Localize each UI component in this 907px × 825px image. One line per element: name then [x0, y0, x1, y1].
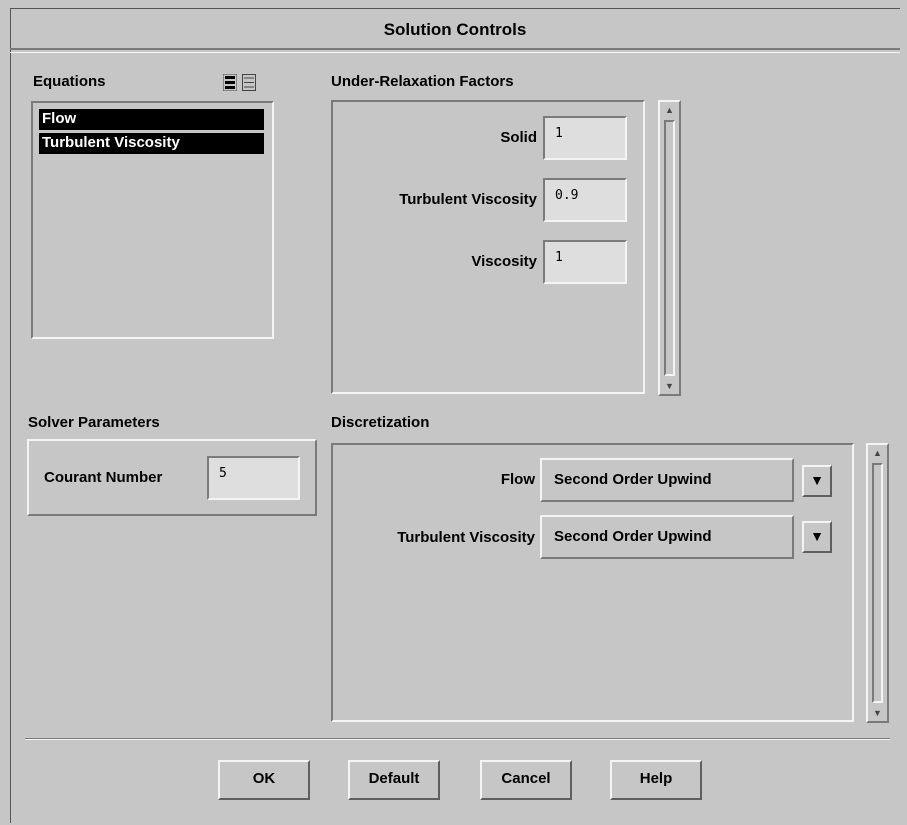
cancel-button[interactable]: Cancel: [480, 760, 572, 800]
solid-label: Solid: [500, 129, 537, 146]
viscosity-label: Viscosity: [471, 253, 537, 270]
turbulent-viscosity-input[interactable]: 0.9: [543, 178, 627, 222]
turbulent-viscosity-discretization-label: Turbulent Viscosity: [397, 529, 535, 546]
scroll-up-icon[interactable]: ▲: [660, 104, 679, 116]
equations-label: Equations: [33, 73, 106, 90]
under-relaxation-label: Under-Relaxation Factors: [331, 73, 514, 90]
courant-number-input[interactable]: 5: [207, 456, 300, 500]
turbulent-viscosity-dropdown-chevron-icon[interactable]: ▼: [802, 521, 832, 553]
help-button[interactable]: Help: [610, 760, 702, 800]
scrollbar-track[interactable]: [664, 120, 675, 376]
turbulent-viscosity-label: Turbulent Viscosity: [399, 191, 537, 208]
ok-button[interactable]: OK: [218, 760, 310, 800]
scroll-up-icon[interactable]: ▲: [868, 447, 887, 459]
turbulent-viscosity-scheme-select[interactable]: Second Order Upwind: [540, 515, 794, 559]
default-button[interactable]: Default: [348, 760, 440, 800]
deselect-all-icon[interactable]: [242, 74, 256, 91]
flow-scheme-select[interactable]: Second Order Upwind: [540, 458, 794, 502]
solver-parameters-label: Solver Parameters: [28, 414, 160, 431]
discretization-scrollbar[interactable]: ▲ ▼: [866, 443, 889, 723]
scrollbar-track[interactable]: [872, 463, 883, 703]
under-relaxation-scrollbar[interactable]: ▲ ▼: [658, 100, 681, 396]
select-all-icon[interactable]: [222, 73, 238, 92]
viscosity-input[interactable]: 1: [543, 240, 627, 284]
window-title: Solution Controls: [383, 20, 527, 39]
solid-input[interactable]: 1: [543, 116, 627, 160]
equations-list[interactable]: Flow Turbulent Viscosity: [31, 101, 274, 339]
scroll-down-icon[interactable]: ▼: [660, 380, 679, 392]
title-divider-highlight: [10, 52, 900, 53]
list-item-turbulent-viscosity[interactable]: Turbulent Viscosity: [39, 133, 264, 154]
list-item-flow[interactable]: Flow: [39, 109, 264, 130]
courant-number-label: Courant Number: [44, 469, 163, 486]
flow-dropdown-chevron-icon[interactable]: ▼: [802, 465, 832, 497]
button-separator: [25, 738, 890, 740]
title-bar: Solution Controls: [10, 10, 900, 50]
flow-discretization-label: Flow: [500, 471, 535, 488]
discretization-label: Discretization: [331, 414, 430, 431]
scroll-down-icon[interactable]: ▼: [868, 707, 887, 719]
